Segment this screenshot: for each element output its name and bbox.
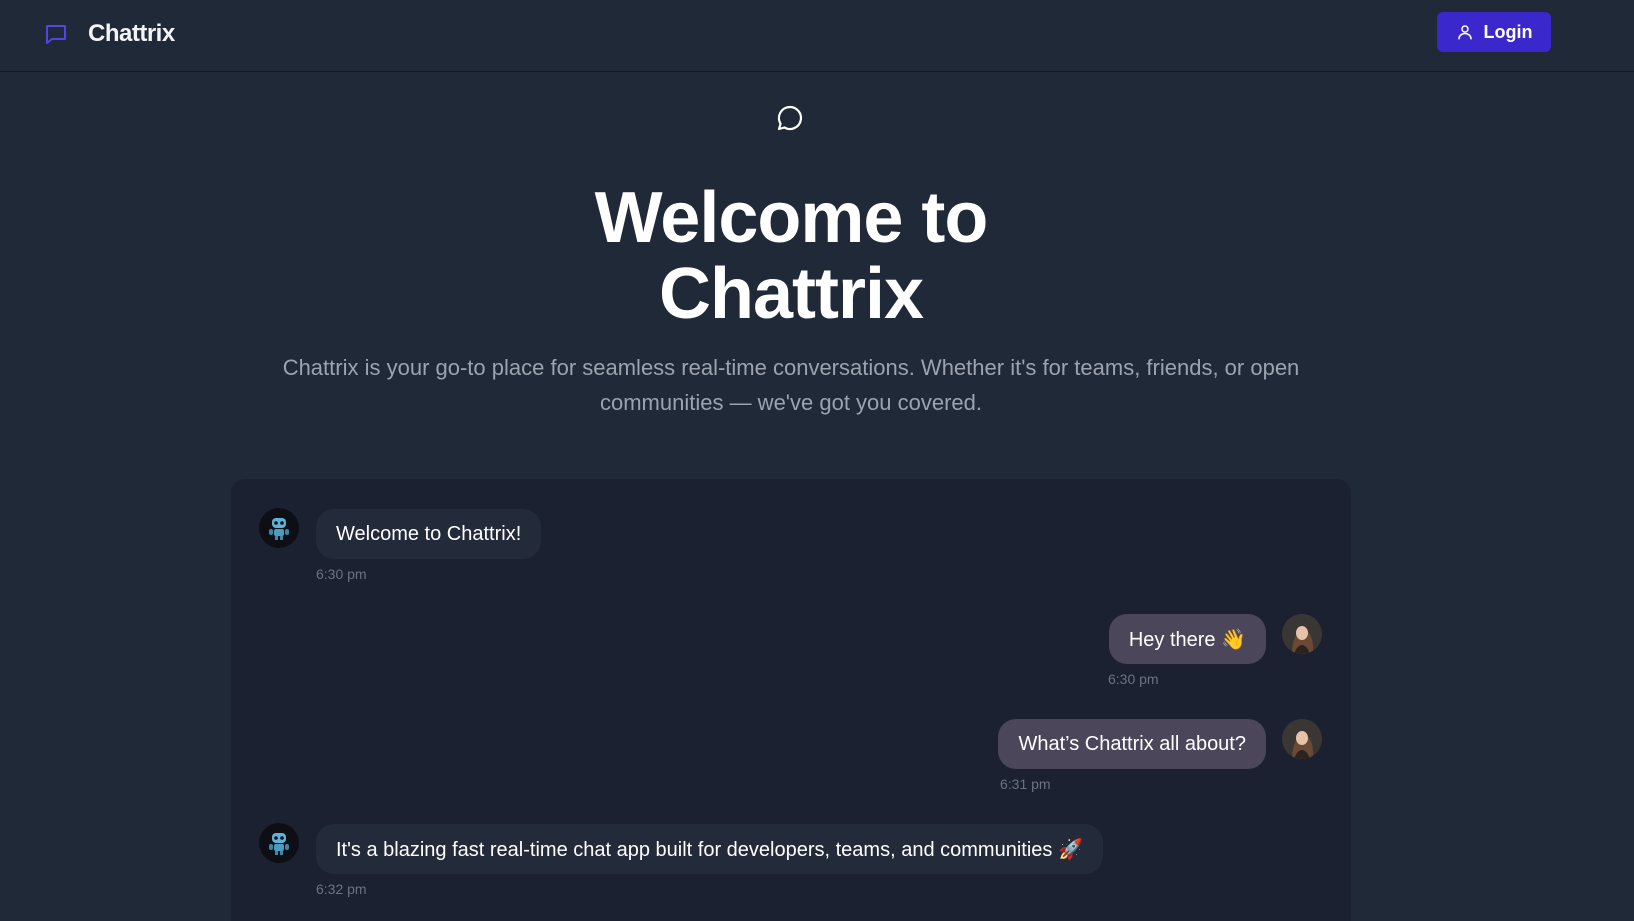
message-bubble-user: Hey there 👋 xyxy=(1108,614,1266,664)
user-avatar xyxy=(1282,614,1322,654)
message-timestamp: 6:30 pm xyxy=(1108,671,1159,687)
user-avatar xyxy=(1282,719,1322,759)
message-timestamp: 6:31 pm xyxy=(1000,776,1051,792)
message-timestamp: 6:32 pm xyxy=(316,881,367,897)
robot-icon xyxy=(269,518,289,540)
bot-avatar xyxy=(259,823,299,863)
message-timestamp: 6:30 pm xyxy=(316,566,367,582)
brand-name: Chattrix xyxy=(88,20,175,47)
chat-bubble-icon xyxy=(46,25,66,44)
hero-title-line1: Welcome to xyxy=(594,178,989,258)
message-circle-icon xyxy=(777,105,802,131)
top-navbar: Chattrix Login xyxy=(0,0,1634,72)
chat-preview-panel: Welcome to Chattrix! 6:30 pm Hey there 👋… xyxy=(231,479,1351,921)
hero-subtitle: Chattrix is your go-to place for seamles… xyxy=(252,350,1330,420)
hero-subtitle-line2: communities — we've got you covered. xyxy=(599,390,983,415)
login-label: Login xyxy=(1483,21,1533,42)
message-bubble-bot: It's a blazing fast real-time chat app b… xyxy=(316,824,1103,874)
hero-title-line2: Chattrix xyxy=(658,254,924,334)
robot-icon xyxy=(269,833,289,855)
message-bubble-user: What’s Chattrix all about? xyxy=(998,719,1266,769)
message-bubble-bot: Welcome to Chattrix! xyxy=(316,509,542,559)
hero-title: Welcome to Chattrix xyxy=(0,180,1582,332)
user-photo-icon xyxy=(1282,614,1322,654)
hero-subtitle-line1: Chattrix is your go-to place for seamles… xyxy=(282,355,1300,380)
user-photo-icon xyxy=(1282,719,1322,759)
user-icon xyxy=(1457,25,1472,40)
bot-avatar xyxy=(259,508,299,548)
brand[interactable]: Chattrix xyxy=(44,20,175,48)
login-button[interactable]: Login xyxy=(1437,12,1551,52)
